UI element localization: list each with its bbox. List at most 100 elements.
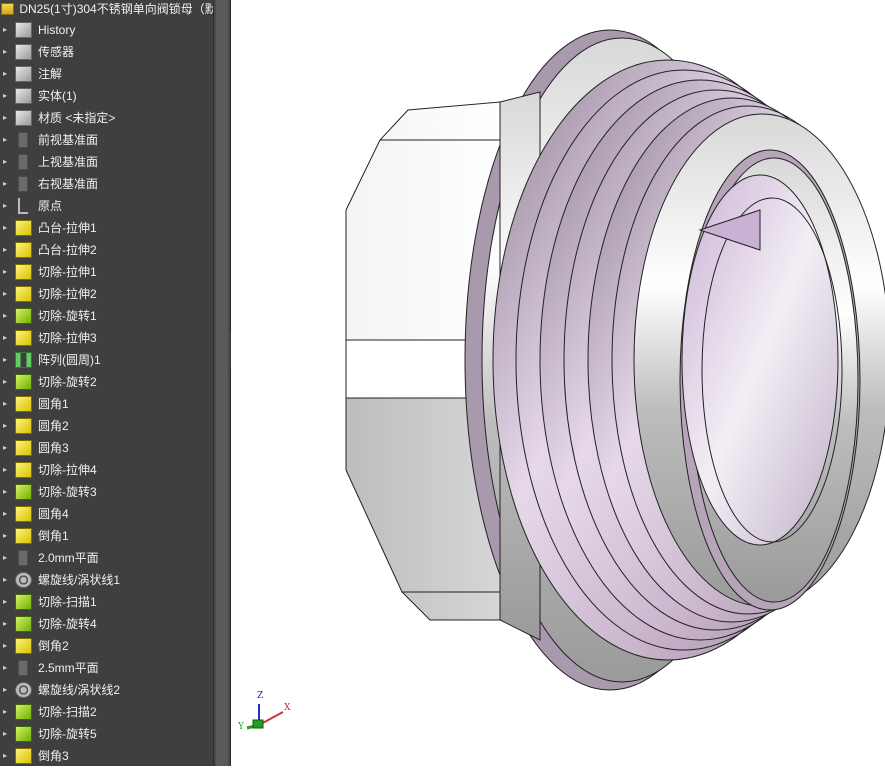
expand-arrow-icon[interactable]: ▸ — [0, 393, 10, 415]
tree-item[interactable]: ▸ 倒角2 — [0, 635, 213, 657]
expand-arrow-icon[interactable]: ▸ — [0, 41, 10, 63]
expand-arrow-icon[interactable]: ▸ — [0, 129, 10, 151]
tree-item[interactable]: ▸ 原点 — [0, 195, 213, 217]
expand-arrow-icon[interactable]: ▸ — [0, 327, 10, 349]
tree-item[interactable]: ▸ 上视基准面 — [0, 151, 213, 173]
tree-item[interactable]: ▸ 2.5mm平面 — [0, 657, 213, 679]
tree-item-label: 切除-拉伸3 — [38, 331, 97, 345]
expand-arrow-icon[interactable]: ▸ — [0, 701, 10, 723]
boss-extrude-icon — [15, 242, 32, 258]
graphics-viewport[interactable]: Z X Y — [231, 0, 885, 766]
tree-item-label: History — [38, 23, 76, 37]
expand-arrow-icon[interactable]: ▸ — [0, 217, 10, 239]
tree-item[interactable]: ▸ 切除-拉伸2 — [0, 283, 213, 305]
tree-item[interactable]: ▸ 切除-旋转1 — [0, 305, 213, 327]
expand-arrow-icon[interactable]: ▸ — [0, 19, 10, 41]
tree-item[interactable]: ▸ 凸台-拉伸2 — [0, 239, 213, 261]
expand-arrow-icon[interactable]: ▸ — [0, 657, 10, 679]
expand-arrow-icon[interactable]: ▸ — [0, 459, 10, 481]
tree-item-label: 圆角2 — [38, 419, 69, 433]
tree-item[interactable]: ▸ 切除-拉伸4 — [0, 459, 213, 481]
tree-item-label: 材质 <未指定> — [38, 111, 116, 125]
expand-arrow-icon[interactable]: ▸ — [0, 371, 10, 393]
tree-item[interactable]: ▸ 阵列(圆周)1 — [0, 349, 213, 371]
expand-arrow-icon[interactable]: ▸ — [0, 525, 10, 547]
tree-item[interactable]: ▸ 实体(1) — [0, 85, 213, 107]
annotation-icon — [15, 66, 32, 82]
expand-arrow-icon[interactable]: ▸ — [0, 591, 10, 613]
tree-item[interactable]: ▸ 螺旋线/涡状线2 — [0, 679, 213, 701]
cut-revolve-icon — [15, 374, 32, 390]
tree-item[interactable]: ▸ 传感器 — [0, 41, 213, 63]
tree-item-label: 切除-拉伸4 — [38, 463, 97, 477]
tree-item-label: 凸台-拉伸1 — [38, 221, 97, 235]
tree-item[interactable]: ▸ 前视基准面 — [0, 129, 213, 151]
tree-item-label: 圆角3 — [38, 441, 69, 455]
expand-arrow-icon[interactable]: ▸ — [0, 503, 10, 525]
expand-arrow-icon[interactable]: ▸ — [0, 151, 10, 173]
expand-arrow-icon[interactable]: ▸ — [0, 415, 10, 437]
tree-item[interactable]: ▸ 螺旋线/涡状线1 — [0, 569, 213, 591]
scrollbar-thumb[interactable] — [216, 0, 228, 766]
tree-item[interactable]: ▸ 切除-旋转3 — [0, 481, 213, 503]
expand-arrow-icon[interactable]: ▸ — [0, 635, 10, 657]
tree-item[interactable]: ▸ 倒角1 — [0, 525, 213, 547]
expand-arrow-icon[interactable]: ▸ — [0, 239, 10, 261]
tree-item-label: 切除-旋转5 — [38, 727, 97, 741]
tree-item-label: 倒角3 — [38, 749, 69, 763]
tree-item-label: 圆角1 — [38, 397, 69, 411]
tree-item-label: 切除-旋转1 — [38, 309, 97, 323]
expand-arrow-icon[interactable]: ▸ — [0, 283, 10, 305]
tree-item[interactable]: ▸ 圆角4 — [0, 503, 213, 525]
tree-item-label: 上视基准面 — [38, 155, 99, 169]
tree-item[interactable]: ▸ 注解 — [0, 63, 213, 85]
tree-item[interactable]: ▸ 切除-旋转5 — [0, 723, 213, 745]
tree-item[interactable]: ▸ History — [0, 19, 213, 41]
tree-item[interactable]: ▸ 材质 <未指定> — [0, 107, 213, 129]
tree-scrollbar[interactable] — [213, 0, 231, 766]
expand-arrow-icon[interactable]: ▸ — [0, 437, 10, 459]
tree-item[interactable]: ▸ 切除-旋转2 — [0, 371, 213, 393]
expand-arrow-icon[interactable]: ▸ — [0, 107, 10, 129]
tree-item[interactable]: ▸ 凸台-拉伸1 — [0, 217, 213, 239]
tree-item[interactable]: ▸ 切除-旋转4 — [0, 613, 213, 635]
tree-item[interactable]: ▸ 切除-拉伸1 — [0, 261, 213, 283]
expand-arrow-icon[interactable]: ▸ — [0, 547, 10, 569]
expand-arrow-icon[interactable]: ▸ — [0, 349, 10, 371]
tree-item[interactable]: ▸ 圆角2 — [0, 415, 213, 437]
tree-item-label: 切除-旋转3 — [38, 485, 97, 499]
plane-icon — [18, 176, 28, 192]
material-icon — [15, 110, 32, 126]
tree-item[interactable]: ▸ 圆角1 — [0, 393, 213, 415]
tree-item[interactable]: ▸ 倒角3 — [0, 745, 213, 766]
tree-item[interactable]: ▸ 右视基准面 — [0, 173, 213, 195]
triad-z-label: Z — [257, 691, 264, 701]
expand-arrow-icon[interactable]: ▸ — [0, 85, 10, 107]
sensor-icon — [15, 44, 32, 60]
expand-arrow-icon[interactable]: ▸ — [0, 569, 10, 591]
tree-item[interactable]: ▸ 切除-扫描1 — [0, 591, 213, 613]
tree-item-label: 倒角2 — [38, 639, 69, 653]
tree-item[interactable]: ▸ 切除-拉伸3 — [0, 327, 213, 349]
expand-arrow-icon[interactable]: ▸ — [0, 745, 10, 766]
tree-item[interactable]: ▸ 切除-扫描2 — [0, 701, 213, 723]
expand-arrow-icon[interactable]: ▸ — [0, 679, 10, 701]
cut-extrude-icon — [15, 462, 32, 478]
cut-extrude-icon — [15, 264, 32, 280]
cut-extrude-icon — [15, 286, 32, 302]
expand-arrow-icon[interactable]: ▸ — [0, 305, 10, 327]
expand-arrow-icon[interactable]: ▸ — [0, 261, 10, 283]
document-title-row[interactable]: DN25(1寸)304不锈钢单向阀锁母（默 — [0, 0, 213, 20]
tree-item[interactable]: ▸ 2.0mm平面 — [0, 547, 213, 569]
cut-revolve-icon — [15, 308, 32, 324]
fillet-icon — [15, 418, 32, 434]
tree-item-label: 切除-拉伸1 — [38, 265, 97, 279]
expand-arrow-icon[interactable]: ▸ — [0, 723, 10, 745]
tree-item[interactable]: ▸ 圆角3 — [0, 437, 213, 459]
expand-arrow-icon[interactable]: ▸ — [0, 173, 10, 195]
cut-revolve-icon — [15, 616, 32, 632]
expand-arrow-icon[interactable]: ▸ — [0, 63, 10, 85]
expand-arrow-icon[interactable]: ▸ — [0, 195, 10, 217]
expand-arrow-icon[interactable]: ▸ — [0, 481, 10, 503]
expand-arrow-icon[interactable]: ▸ — [0, 613, 10, 635]
